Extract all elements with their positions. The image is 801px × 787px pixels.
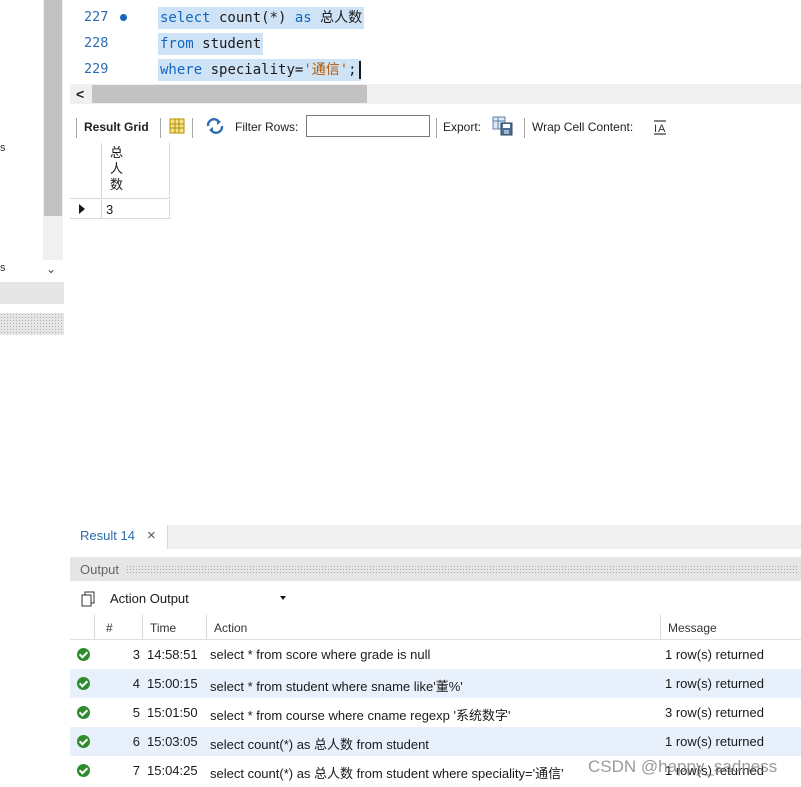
copy-icon[interactable] — [80, 591, 96, 607]
row-action: select * from score where grade is null — [210, 647, 431, 662]
current-row-icon — [79, 204, 85, 214]
row-number: 6 — [132, 734, 140, 749]
output-title: Output — [80, 562, 123, 577]
row-time: 14:58:51 — [147, 647, 198, 662]
row-time: 15:01:50 — [147, 705, 198, 720]
export-label: Export: — [443, 120, 482, 134]
row-action: select * from course where cname regexp … — [210, 708, 511, 723]
wrap-text-icon[interactable]: IA — [652, 119, 668, 138]
row-message: 1 row(s) returned — [665, 734, 764, 749]
row-number: 5 — [132, 705, 140, 720]
navigator-item-fragment[interactable]: s — [0, 262, 6, 274]
watermark: CSDN @happy_sadness — [588, 757, 778, 776]
success-icon — [77, 648, 90, 661]
row-message: 1 row(s) returned — [665, 647, 764, 662]
toolbar-separator — [76, 118, 77, 138]
result-grid[interactable]: 总人数 3 — [70, 143, 801, 525]
row-action: select count(*) as 总人数 from student — [210, 737, 429, 752]
wrap-cell-label: Wrap Cell Content: — [532, 120, 634, 134]
text-caret — [358, 61, 361, 79]
column-divider[interactable] — [94, 615, 95, 640]
output-type-select[interactable]: Action Output — [104, 588, 294, 610]
line-number: 229 — [84, 61, 109, 77]
success-icon — [77, 677, 90, 690]
column-header-num[interactable]: # — [106, 621, 113, 635]
grid-view-icon[interactable] — [168, 117, 186, 138]
output-toolbar: Action Output — [70, 585, 801, 613]
toolbar-separator — [524, 118, 525, 138]
table-row[interactable]: 3 14:58:51 select * from score where gra… — [70, 640, 801, 669]
row-selector[interactable] — [70, 200, 102, 219]
column-divider[interactable] — [660, 615, 661, 640]
row-time: 15:00:15 — [147, 676, 198, 691]
code-line: 227 select count(*) as 总人数 — [70, 4, 801, 30]
result-grid-button[interactable]: Result Grid — [84, 120, 149, 134]
tab-result-14[interactable]: Result 14 × — [70, 525, 168, 549]
export-icon[interactable] — [492, 116, 514, 139]
close-icon[interactable]: × — [147, 527, 156, 544]
editor-horizontal-scrollbar[interactable]: < — [70, 84, 801, 104]
row-number: 4 — [132, 676, 140, 691]
dropdown-arrow-icon[interactable] — [280, 596, 286, 600]
code-text: select count(*) as 总人数 — [158, 7, 365, 29]
navigator-section-header — [0, 313, 64, 335]
refresh-icon[interactable] — [204, 117, 226, 138]
svg-text:A: A — [658, 123, 666, 135]
row-number: 7 — [132, 763, 140, 778]
statement-marker-icon — [120, 14, 127, 21]
column-header-time[interactable]: Time — [150, 621, 176, 635]
output-panel-header: Output — [70, 557, 801, 581]
chevron-down-icon[interactable]: ⌄ — [46, 262, 56, 276]
row-action: select * from student where sname like'董… — [210, 679, 463, 694]
workbench-window: s s ⌄ 227 select count(*) as 总人数 228 fro… — [0, 0, 801, 787]
output-header-grip — [126, 565, 797, 573]
svg-text:I: I — [654, 123, 657, 135]
table-header: # Time Action Message — [70, 615, 801, 640]
success-icon — [77, 735, 90, 748]
line-number: 228 — [84, 35, 109, 51]
success-icon — [77, 706, 90, 719]
toolbar-separator — [160, 118, 161, 138]
table-row[interactable]: 4 15:00:15 select * from student where s… — [70, 669, 801, 698]
filter-rows-input[interactable] — [306, 115, 430, 137]
sql-editor[interactable]: 227 select count(*) as 总人数 228 from stud… — [70, 0, 801, 84]
scroll-thumb[interactable] — [92, 85, 367, 103]
filter-rows-label: Filter Rows: — [235, 120, 299, 134]
scroll-left-icon[interactable]: < — [76, 84, 84, 104]
navigator-item-fragment[interactable]: s — [0, 142, 6, 154]
column-divider[interactable] — [142, 615, 143, 640]
code-text: from student — [158, 33, 264, 55]
toolbar-separator — [436, 118, 437, 138]
result-toolbar: Result Grid Filter Rows: Export: Wrap Ce… — [70, 111, 801, 143]
grid-cell[interactable]: 3 — [102, 200, 170, 219]
table-row[interactable]: 6 15:03:05 select count(*) as 总人数 from s… — [70, 727, 801, 756]
navigator-tab-bar — [0, 282, 64, 304]
navigator-panel: s s ⌄ — [0, 0, 64, 787]
grid-corner — [70, 143, 102, 199]
row-message: 3 row(s) returned — [665, 705, 764, 720]
row-time: 15:04:25 — [147, 763, 198, 778]
output-type-value: Action Output — [110, 591, 189, 606]
code-line: 229 where speciality='通信'; — [70, 56, 801, 82]
navigator-scroll-thumb[interactable] — [44, 0, 62, 216]
column-header-message[interactable]: Message — [668, 621, 717, 635]
toolbar-separator — [192, 118, 193, 138]
success-icon — [77, 764, 90, 777]
row-action: select count(*) as 总人数 from student wher… — [210, 766, 564, 781]
line-number: 227 — [84, 9, 109, 25]
result-tab-strip: Result 14 × — [70, 525, 801, 549]
column-header-action[interactable]: Action — [214, 621, 247, 635]
code-text: where speciality='通信'; — [158, 59, 361, 81]
row-number: 3 — [132, 647, 140, 662]
column-header[interactable]: 总人数 — [102, 143, 170, 199]
code-line: 228 from student — [70, 30, 801, 56]
table-row[interactable]: 5 15:01:50 select * from course where cn… — [70, 698, 801, 727]
row-message: 1 row(s) returned — [665, 676, 764, 691]
column-divider[interactable] — [206, 615, 207, 640]
row-time: 15:03:05 — [147, 734, 198, 749]
result-tab-label: Result 14 — [80, 528, 135, 543]
